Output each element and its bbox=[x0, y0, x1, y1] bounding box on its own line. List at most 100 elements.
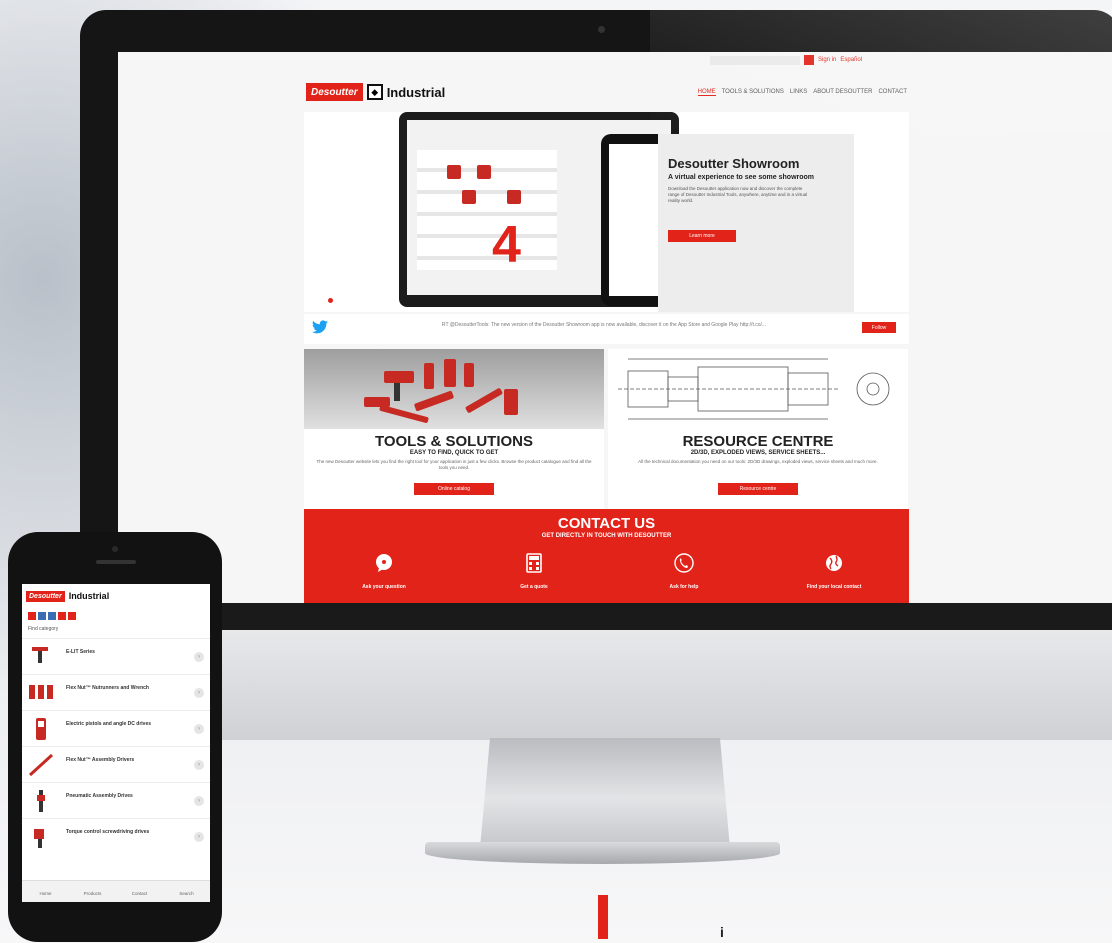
main-nav: HOME TOOLS & SOLUTIONS LINKS ABOUT DESOU… bbox=[697, 89, 907, 96]
online-catalog-button[interactable]: Online catalog bbox=[414, 483, 494, 495]
brand-mark bbox=[598, 895, 608, 939]
chat-bubble-icon bbox=[376, 554, 392, 572]
contact-ask-question[interactable]: Ask your question bbox=[324, 553, 444, 590]
tools-body: The new Desoutter website lets you find … bbox=[316, 459, 592, 470]
sign-in-link[interactable]: Sign in bbox=[818, 57, 836, 63]
tool-image bbox=[464, 363, 474, 387]
phone-logo-brand[interactable]: Desoutter bbox=[26, 590, 65, 602]
product-thumbnail bbox=[37, 790, 45, 812]
tool-image bbox=[504, 389, 518, 415]
follow-button[interactable]: Follow bbox=[862, 322, 896, 333]
language-link[interactable]: Español bbox=[840, 57, 862, 63]
phone-item-label: Electric pistols and angle DC drives bbox=[66, 721, 152, 727]
product-thumbnail bbox=[36, 718, 46, 740]
tool-image bbox=[384, 371, 414, 383]
logo-square-icon: ◆ bbox=[366, 84, 383, 100]
phone-list-item[interactable]: E-LIT Series › bbox=[22, 638, 210, 674]
tools-title: TOOLS & SOLUTIONS bbox=[374, 433, 534, 450]
contact-section: CONTACT US GET DIRECTLY IN TOUCH WITH DE… bbox=[304, 509, 909, 603]
nav-home[interactable]: HOME bbox=[697, 89, 716, 96]
technical-drawing-image bbox=[608, 349, 908, 429]
imac-bottom-bezel bbox=[80, 603, 1112, 630]
chevron-right-icon: › bbox=[194, 724, 204, 734]
social-icon[interactable] bbox=[48, 612, 56, 620]
product-thumbnail bbox=[34, 829, 44, 848]
site-logo[interactable]: Desoutter ◆ Industrial bbox=[306, 83, 445, 101]
tool-image bbox=[413, 390, 455, 412]
phone-item-label: Torque control screwdriving drives bbox=[66, 829, 150, 835]
logo-text: Industrial bbox=[386, 84, 446, 100]
contact-local[interactable]: Find your local contact bbox=[774, 553, 894, 590]
phone-category-filter[interactable]: Find category bbox=[28, 626, 58, 632]
carousel-dot[interactable] bbox=[328, 298, 333, 303]
chevron-right-icon: › bbox=[194, 832, 204, 842]
tab-contact[interactable]: Contact bbox=[116, 881, 163, 902]
resource-centre-button[interactable]: Resource centre bbox=[718, 483, 798, 495]
product-thumbnail bbox=[32, 647, 48, 663]
tweet-text[interactable]: RT @DesoutterTools: The new version of t… bbox=[384, 322, 824, 329]
social-icon[interactable] bbox=[38, 612, 46, 620]
utility-bar: Sign in Español bbox=[710, 54, 910, 66]
shelf-tool bbox=[462, 190, 476, 204]
phone-speaker bbox=[96, 560, 136, 564]
nav-contact[interactable]: CONTACT bbox=[878, 89, 907, 95]
tab-home[interactable]: Home bbox=[22, 881, 69, 902]
hero-banner: 4 Desoutter Showroom A virtual experienc… bbox=[304, 112, 909, 312]
imac-chin bbox=[80, 630, 1112, 740]
social-icon[interactable] bbox=[68, 612, 76, 620]
hero-title: Desoutter Showroom bbox=[668, 156, 800, 171]
hero-learn-more-button[interactable]: Learn more bbox=[668, 230, 736, 242]
imac-screen: Sign in Español Desoutter ◆ Industrial H… bbox=[118, 52, 1112, 603]
phone-list-item[interactable]: Electric pistols and angle DC drives › bbox=[22, 710, 210, 746]
phone-list-item[interactable]: Pneumatic Assembly Drives › bbox=[22, 782, 210, 818]
twitter-feed: RT @DesoutterTools: The new version of t… bbox=[304, 314, 909, 344]
tab-products[interactable]: Products bbox=[69, 881, 116, 902]
phone-logo-text: Industrial bbox=[68, 591, 110, 601]
shelf-tool bbox=[507, 190, 521, 204]
tool-image bbox=[444, 359, 456, 387]
phone-icon bbox=[674, 553, 694, 573]
tools-solutions-block: TOOLS & SOLUTIONS EASY TO FIND, QUICK TO… bbox=[304, 349, 604, 509]
product-thumbnail bbox=[28, 753, 54, 777]
globe-icon bbox=[826, 555, 842, 571]
contact-ask-help[interactable]: Ask for help bbox=[624, 553, 744, 590]
resource-body: All the technical documentation you need… bbox=[638, 459, 878, 464]
nav-links[interactable]: LINKS bbox=[790, 89, 807, 95]
contact-subtitle: GET DIRECTLY IN TOUCH WITH DESOUTTER bbox=[541, 533, 672, 539]
social-icon[interactable] bbox=[28, 612, 36, 620]
nav-tools-solutions[interactable]: TOOLS & SOLUTIONS bbox=[722, 89, 784, 95]
site-header: Desoutter ◆ Industrial HOME TOOLS & SOLU… bbox=[304, 72, 909, 112]
twitter-icon[interactable] bbox=[312, 320, 328, 334]
hero-number: 4 bbox=[492, 216, 521, 274]
utility-search-button[interactable] bbox=[804, 55, 814, 65]
resource-title: RESOURCE CENTRE bbox=[682, 433, 834, 450]
phone-item-label: Pneumatic Assembly Drives bbox=[66, 793, 133, 799]
contact-label: Find your local contact bbox=[806, 584, 862, 590]
chevron-right-icon: › bbox=[194, 652, 204, 662]
phone-camera bbox=[112, 546, 118, 552]
hero-body: Download the Desoutter application now a… bbox=[668, 186, 808, 203]
social-icon[interactable] bbox=[58, 612, 66, 620]
phone-item-label: E-LIT Series bbox=[66, 649, 95, 655]
brand-letters: i bbox=[720, 924, 724, 940]
tool-image bbox=[464, 387, 504, 414]
contact-label: Ask your question bbox=[362, 584, 406, 590]
tools-subtitle: EASY TO FIND, QUICK TO GET bbox=[409, 450, 499, 456]
imac-stand bbox=[480, 738, 730, 848]
imac-camera bbox=[598, 26, 605, 33]
contact-get-quote[interactable]: Get a quote bbox=[474, 553, 594, 590]
utility-search-input[interactable] bbox=[710, 55, 800, 65]
nav-about[interactable]: ABOUT DESOUTTER bbox=[813, 89, 872, 95]
shelf-tool bbox=[477, 165, 491, 179]
phone-list-item[interactable]: Torque control screwdriving drives › bbox=[22, 818, 210, 854]
phone-list-item[interactable]: Flex Nut™ Assembly Drivers › bbox=[22, 746, 210, 782]
phone-header: Desoutter Industrial bbox=[22, 584, 210, 608]
contact-label: Ask for help bbox=[669, 584, 699, 590]
phone-list-item[interactable]: Flex Nut™ Nutrunners and Wrench › bbox=[22, 674, 210, 710]
tab-search[interactable]: Search bbox=[163, 881, 210, 902]
logo-brand-mark: Desoutter bbox=[306, 83, 363, 101]
tool-image bbox=[424, 363, 434, 389]
phone-item-label: Flex Nut™ Nutrunners and Wrench bbox=[66, 685, 149, 691]
shelf-tool bbox=[447, 165, 461, 179]
phone-social-icons bbox=[28, 612, 76, 620]
